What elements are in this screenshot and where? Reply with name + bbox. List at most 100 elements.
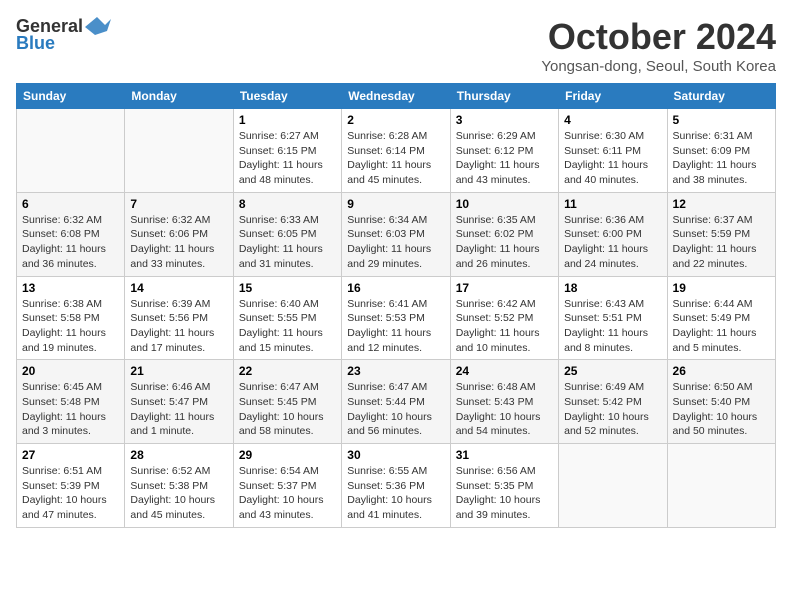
daylight-info: Daylight: 10 hours and 58 minutes. [239, 410, 336, 439]
calendar-week-1: 1Sunrise: 6:27 AMSunset: 6:15 PMDaylight… [17, 109, 776, 193]
day-number: 11 [564, 197, 661, 211]
sunset-info: Sunset: 6:15 PM [239, 144, 336, 159]
sunset-info: Sunset: 5:38 PM [130, 479, 227, 494]
day-number: 26 [673, 364, 770, 378]
day-info: Sunrise: 6:37 AMSunset: 5:59 PMDaylight:… [673, 213, 770, 272]
calendar-day-25: 25Sunrise: 6:49 AMSunset: 5:42 PMDayligh… [559, 360, 667, 444]
sunset-info: Sunset: 5:40 PM [673, 395, 770, 410]
day-info: Sunrise: 6:54 AMSunset: 5:37 PMDaylight:… [239, 464, 336, 523]
sunset-info: Sunset: 6:02 PM [456, 227, 553, 242]
sunset-info: Sunset: 6:00 PM [564, 227, 661, 242]
title-block: October 2024 Yongsan-dong, Seoul, South … [541, 16, 776, 75]
daylight-info: Daylight: 11 hours and 24 minutes. [564, 242, 661, 271]
sunset-info: Sunset: 5:39 PM [22, 479, 119, 494]
day-number: 19 [673, 281, 770, 295]
calendar-week-4: 20Sunrise: 6:45 AMSunset: 5:48 PMDayligh… [17, 360, 776, 444]
calendar-day-31: 31 Sunrise: 6:56 AMSunset: 5:35 PMDayligh… [450, 444, 558, 528]
sunset-info: Sunset: 5:56 PM [130, 311, 227, 326]
sunrise-info: Sunrise: 6:28 AM [347, 129, 444, 144]
calendar-day-14: 14 Sunrise: 6:39 AMSunset: 5:56 PMDayligh… [125, 276, 233, 360]
day-info: Sunrise: 6:52 AMSunset: 5:38 PMDaylight:… [130, 464, 227, 523]
calendar-day-12: 12Sunrise: 6:37 AMSunset: 5:59 PMDayligh… [667, 192, 775, 276]
sunrise-info: Sunrise: 6:55 AM [347, 464, 444, 479]
sunrise-info: Sunrise: 6:31 AM [673, 129, 770, 144]
day-info: Sunrise: 6:42 AMSunset: 5:52 PMDaylight:… [456, 297, 553, 356]
page-header: General Blue October 2024 Yongsan-dong, … [16, 16, 776, 75]
calendar-day-11: 11Sunrise: 6:36 AMSunset: 6:00 PMDayligh… [559, 192, 667, 276]
day-number: 22 [239, 364, 336, 378]
day-number: 31 [456, 448, 553, 462]
sunset-info: Sunset: 5:35 PM [456, 479, 553, 494]
weekday-header-thursday: Thursday [450, 84, 558, 109]
month-title: October 2024 [541, 16, 776, 58]
day-number: 14 [130, 281, 227, 295]
daylight-info: Daylight: 11 hours and 12 minutes. [347, 326, 444, 355]
day-info: Sunrise: 6:45 AMSunset: 5:48 PMDaylight:… [22, 380, 119, 439]
daylight-info: Daylight: 11 hours and 17 minutes. [130, 326, 227, 355]
calendar-day-18: 18Sunrise: 6:43 AMSunset: 5:51 PMDayligh… [559, 276, 667, 360]
calendar-day-17: 17 Sunrise: 6:42 AMSunset: 5:52 PMDayligh… [450, 276, 558, 360]
daylight-info: Daylight: 11 hours and 45 minutes. [347, 158, 444, 187]
calendar-day-3: 3Sunrise: 6:29 AMSunset: 6:12 PMDaylight… [450, 109, 558, 193]
calendar-day-20: 20Sunrise: 6:45 AMSunset: 5:48 PMDayligh… [17, 360, 125, 444]
weekday-header-friday: Friday [559, 84, 667, 109]
day-info: Sunrise: 6:46 AMSunset: 5:47 PMDaylight:… [130, 380, 227, 439]
day-info: Sunrise: 6:56 AMSunset: 5:35 PMDaylight:… [456, 464, 553, 523]
sunrise-info: Sunrise: 6:33 AM [239, 213, 336, 228]
day-number: 17 [456, 281, 553, 295]
day-number: 15 [239, 281, 336, 295]
sunset-info: Sunset: 5:47 PM [130, 395, 227, 410]
sunset-info: Sunset: 6:11 PM [564, 144, 661, 159]
sunset-info: Sunset: 5:36 PM [347, 479, 444, 494]
day-info: Sunrise: 6:44 AMSunset: 5:49 PMDaylight:… [673, 297, 770, 356]
calendar-week-5: 27Sunrise: 6:51 AMSunset: 5:39 PMDayligh… [17, 444, 776, 528]
sunset-info: Sunset: 6:14 PM [347, 144, 444, 159]
day-info: Sunrise: 6:47 AMSunset: 5:45 PMDaylight:… [239, 380, 336, 439]
daylight-info: Daylight: 11 hours and 33 minutes. [130, 242, 227, 271]
calendar-day-9: 9Sunrise: 6:34 AMSunset: 6:03 PMDaylight… [342, 192, 450, 276]
day-info: Sunrise: 6:33 AMSunset: 6:05 PMDaylight:… [239, 213, 336, 272]
calendar-day-8: 8Sunrise: 6:33 AMSunset: 6:05 PMDaylight… [233, 192, 341, 276]
day-number: 9 [347, 197, 444, 211]
daylight-info: Daylight: 11 hours and 10 minutes. [456, 326, 553, 355]
daylight-info: Daylight: 10 hours and 50 minutes. [673, 410, 770, 439]
calendar-empty-cell [667, 444, 775, 528]
day-info: Sunrise: 6:40 AMSunset: 5:55 PMDaylight:… [239, 297, 336, 356]
sunset-info: Sunset: 5:43 PM [456, 395, 553, 410]
daylight-info: Daylight: 11 hours and 29 minutes. [347, 242, 444, 271]
calendar-day-7: 7Sunrise: 6:32 AMSunset: 6:06 PMDaylight… [125, 192, 233, 276]
calendar-day-5: 5Sunrise: 6:31 AMSunset: 6:09 PMDaylight… [667, 109, 775, 193]
calendar-day-21: 21Sunrise: 6:46 AMSunset: 5:47 PMDayligh… [125, 360, 233, 444]
sunrise-info: Sunrise: 6:30 AM [564, 129, 661, 144]
sunrise-info: Sunrise: 6:39 AM [130, 297, 227, 312]
daylight-info: Daylight: 11 hours and 36 minutes. [22, 242, 119, 271]
sunset-info: Sunset: 6:09 PM [673, 144, 770, 159]
sunrise-info: Sunrise: 6:50 AM [673, 380, 770, 395]
daylight-info: Daylight: 10 hours and 43 minutes. [239, 493, 336, 522]
day-info: Sunrise: 6:29 AMSunset: 6:12 PMDaylight:… [456, 129, 553, 188]
logo-bird-icon [85, 17, 111, 37]
daylight-info: Daylight: 11 hours and 22 minutes. [673, 242, 770, 271]
daylight-info: Daylight: 11 hours and 40 minutes. [564, 158, 661, 187]
sunset-info: Sunset: 5:45 PM [239, 395, 336, 410]
day-info: Sunrise: 6:27 AMSunset: 6:15 PMDaylight:… [239, 129, 336, 188]
daylight-info: Daylight: 10 hours and 45 minutes. [130, 493, 227, 522]
day-info: Sunrise: 6:50 AMSunset: 5:40 PMDaylight:… [673, 380, 770, 439]
sunrise-info: Sunrise: 6:47 AM [347, 380, 444, 395]
calendar-day-1: 1 Sunrise: 6:27 AMSunset: 6:15 PMDaylight… [233, 109, 341, 193]
day-number: 4 [564, 113, 661, 127]
day-number: 1 [239, 113, 336, 127]
day-number: 28 [130, 448, 227, 462]
daylight-info: Daylight: 11 hours and 26 minutes. [456, 242, 553, 271]
calendar-week-3: 13Sunrise: 6:38 AMSunset: 5:58 PMDayligh… [17, 276, 776, 360]
calendar-day-6: 6Sunrise: 6:32 AMSunset: 6:08 PMDaylight… [17, 192, 125, 276]
weekday-header-tuesday: Tuesday [233, 84, 341, 109]
sunrise-info: Sunrise: 6:27 AM [239, 129, 336, 144]
day-number: 10 [456, 197, 553, 211]
location-subtitle: Yongsan-dong, Seoul, South Korea [541, 58, 776, 75]
daylight-info: Daylight: 11 hours and 19 minutes. [22, 326, 119, 355]
sunrise-info: Sunrise: 6:29 AM [456, 129, 553, 144]
sunset-info: Sunset: 5:51 PM [564, 311, 661, 326]
day-info: Sunrise: 6:55 AMSunset: 5:36 PMDaylight:… [347, 464, 444, 523]
calendar-header-row: SundayMondayTuesdayWednesdayThursdayFrid… [17, 84, 776, 109]
